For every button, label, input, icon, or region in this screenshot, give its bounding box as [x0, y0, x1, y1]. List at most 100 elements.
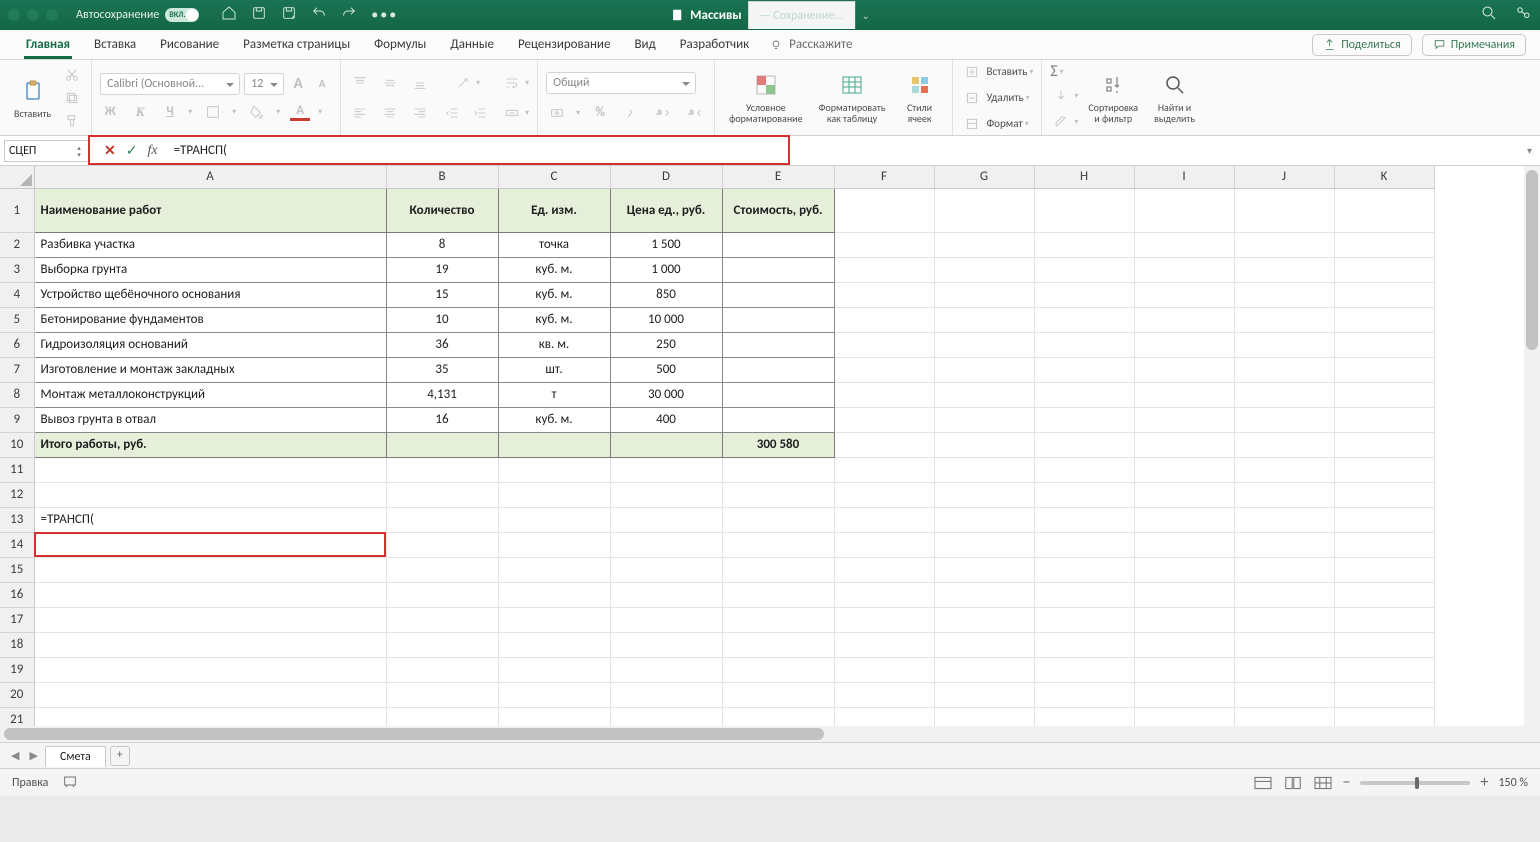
clear-button[interactable]: ▾: [1050, 111, 1078, 133]
italic-button[interactable]: К: [130, 104, 150, 120]
cell[interactable]: кв. м.: [498, 332, 610, 357]
col-header[interactable]: J: [1234, 166, 1334, 188]
align-middle-icon[interactable]: [379, 72, 401, 94]
home-icon[interactable]: [221, 5, 237, 25]
cell[interactable]: 300 580: [722, 432, 834, 457]
save-as-icon[interactable]: [281, 5, 297, 25]
cell[interactable]: [722, 307, 834, 332]
more-icon[interactable]: •••: [371, 10, 398, 20]
cell[interactable]: куб. м.: [498, 257, 610, 282]
cell[interactable]: 1 500: [610, 232, 722, 257]
enter-icon[interactable]: ✓: [126, 142, 138, 159]
cell[interactable]: [610, 432, 722, 457]
row-header[interactable]: 18: [0, 632, 34, 657]
share-button[interactable]: Поделиться: [1312, 34, 1411, 56]
cell[interactable]: 400: [610, 407, 722, 432]
cell[interactable]: Гидроизоляция оснований: [34, 332, 386, 357]
sheet-tab[interactable]: Смета: [45, 746, 106, 767]
align-right-icon[interactable]: [409, 102, 431, 124]
cell[interactable]: Устройство щебёночного основания: [34, 282, 386, 307]
tab-review[interactable]: Рецензирование: [506, 30, 622, 59]
cell[interactable]: куб. м.: [498, 307, 610, 332]
cell[interactable]: 36: [386, 332, 498, 357]
select-all-corner[interactable]: [0, 166, 34, 188]
row-header[interactable]: 7: [0, 357, 34, 382]
fill-color-icon[interactable]: [246, 101, 268, 123]
cell[interactable]: [722, 357, 834, 382]
cell[interactable]: 10: [386, 307, 498, 332]
cut-icon[interactable]: [61, 64, 83, 85]
spreadsheet-grid[interactable]: A B C D E F G H I J K 1 Наименование раб…: [0, 166, 1540, 742]
chevron-down-icon[interactable]: ⌄: [861, 9, 869, 22]
window-controls[interactable]: [8, 9, 58, 21]
tab-draw[interactable]: Рисование: [148, 30, 231, 59]
align-left-icon[interactable]: [349, 102, 371, 124]
border-icon[interactable]: [202, 101, 224, 123]
shrink-font-icon[interactable]: A: [312, 77, 332, 90]
tab-view[interactable]: Вид: [622, 30, 667, 59]
row-header[interactable]: 1: [0, 188, 34, 232]
cell[interactable]: Цена ед., руб.: [610, 188, 722, 232]
zoom-out-button[interactable]: −: [1343, 773, 1351, 792]
font-name-combo[interactable]: Calibri (Основной...: [100, 73, 240, 95]
cell[interactable]: [722, 332, 834, 357]
row-header[interactable]: 16: [0, 582, 34, 607]
copy-icon[interactable]: [61, 87, 83, 108]
cell[interactable]: 1 000: [610, 257, 722, 282]
cell[interactable]: 8: [386, 232, 498, 257]
cell[interactable]: [722, 382, 834, 407]
col-header[interactable]: F: [834, 166, 934, 188]
col-header[interactable]: H: [1034, 166, 1134, 188]
cell[interactable]: Наименование работ: [34, 188, 386, 232]
conditional-formatting-button[interactable]: Условное форматирование: [723, 64, 808, 131]
cell[interactable]: куб. м.: [498, 407, 610, 432]
cell[interactable]: 500: [610, 357, 722, 382]
row-header[interactable]: 5: [0, 307, 34, 332]
comma-icon[interactable]: [620, 102, 642, 124]
accessibility-icon[interactable]: [62, 773, 78, 793]
cell[interactable]: Ед. изм.: [498, 188, 610, 232]
cancel-icon[interactable]: ✕: [104, 142, 116, 159]
percent-icon[interactable]: %: [590, 105, 610, 120]
cell[interactable]: точка: [498, 232, 610, 257]
search-icon[interactable]: [1480, 4, 1498, 26]
tab-developer[interactable]: Разработчик: [668, 30, 761, 59]
cell[interactable]: [498, 432, 610, 457]
cell[interactable]: [722, 232, 834, 257]
zoom-slider[interactable]: [1360, 781, 1470, 785]
merge-icon[interactable]: [501, 102, 523, 124]
align-top-icon[interactable]: [349, 72, 371, 94]
bold-button[interactable]: Ж: [100, 104, 120, 119]
row-header[interactable]: 2: [0, 232, 34, 257]
cell-styles-button[interactable]: Стили ячеек: [896, 64, 944, 131]
row-header[interactable]: 9: [0, 407, 34, 432]
formula-input[interactable]: =ТРАНСП(: [168, 143, 1527, 158]
underline-button[interactable]: Ч: [160, 104, 180, 119]
delete-cells-button[interactable]: Удалить▾: [961, 87, 1030, 109]
outdent-icon[interactable]: [441, 102, 463, 124]
name-box[interactable]: СЦЕП ▴▾: [4, 140, 90, 162]
cell[interactable]: 250: [610, 332, 722, 357]
col-header[interactable]: A: [34, 166, 386, 188]
tab-insert[interactable]: Вставка: [82, 30, 148, 59]
autosave-toggle[interactable]: Автосохранение ВКЛ.: [76, 8, 199, 22]
font-size-combo[interactable]: 12: [244, 73, 284, 95]
cell[interactable]: 16: [386, 407, 498, 432]
cell[interactable]: т: [498, 382, 610, 407]
number-format-combo[interactable]: Общий: [546, 72, 696, 94]
cell[interactable]: [722, 407, 834, 432]
cell[interactable]: Монтаж металлоконструкций: [34, 382, 386, 407]
fill-button[interactable]: ▾: [1050, 85, 1078, 107]
align-center-icon[interactable]: [379, 102, 401, 124]
dec-decimal-icon[interactable]: .0: [684, 102, 706, 124]
sort-filter-button[interactable]: Сортировка и фильтр: [1082, 64, 1144, 131]
cell[interactable]: куб. м.: [498, 282, 610, 307]
sheet-nav-prev[interactable]: ◀: [8, 749, 22, 762]
cell[interactable]: 15: [386, 282, 498, 307]
grow-font-icon[interactable]: A: [288, 75, 308, 93]
row-header[interactable]: 4: [0, 282, 34, 307]
col-header[interactable]: E: [722, 166, 834, 188]
add-sheet-button[interactable]: +: [110, 746, 130, 766]
cell[interactable]: шт.: [498, 357, 610, 382]
tab-formulas[interactable]: Формулы: [362, 30, 438, 59]
